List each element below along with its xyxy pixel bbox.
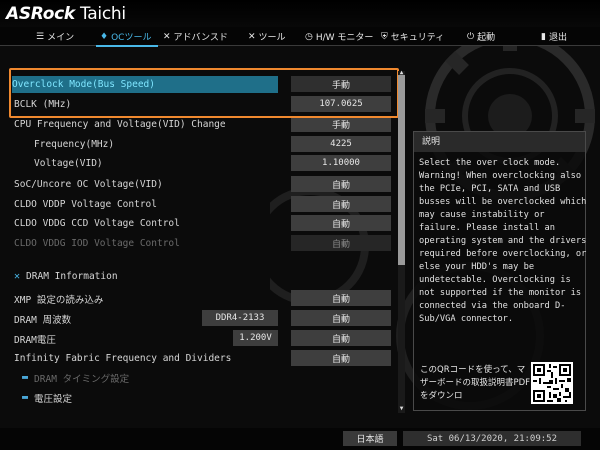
flame-icon: ♦ bbox=[100, 31, 109, 42]
power-icon: ⏻ bbox=[467, 31, 475, 42]
dram-timing-folder[interactable]: ▬ DRAM タイミング設定 bbox=[22, 369, 402, 386]
scrollbar-thumb[interactable] bbox=[398, 75, 405, 265]
dram-voltage-current: 1.200V bbox=[233, 330, 278, 346]
tab-main[interactable]: ☰ メイン bbox=[36, 29, 74, 44]
folder-icon: ▬ bbox=[22, 392, 29, 403]
help-description: Select the over clock mode. Warning! Whe… bbox=[419, 158, 587, 324]
qr-code-icon bbox=[531, 362, 573, 404]
voltage-config-folder[interactable]: ▬ 電圧設定 bbox=[22, 389, 402, 406]
dram-voltage-value[interactable]: 自動 bbox=[291, 330, 391, 346]
date-time-display: Sat 06/13/2020, 21:09:52 bbox=[403, 431, 581, 446]
dram-frequency-current: DDR4-2133 bbox=[202, 310, 278, 326]
frequency-value[interactable]: 4225 bbox=[291, 136, 391, 152]
exit-icon: ▮ bbox=[541, 31, 546, 42]
title-bar: ASRock Taichi bbox=[0, 0, 600, 27]
xmp-value[interactable]: 自動 bbox=[291, 290, 391, 306]
tools-icon: ✕ bbox=[163, 31, 171, 42]
active-tab-indicator bbox=[96, 45, 158, 47]
dram-frequency-value[interactable]: 自動 bbox=[291, 310, 391, 326]
brand-logo: ASRock Taichi bbox=[6, 4, 126, 24]
main-nav: ☰ メイン ♦ OCツール ✕ アドバンスド ✕ ツール ◷ H/W モニター … bbox=[0, 27, 600, 46]
highlight-box bbox=[9, 68, 399, 118]
tools-icon: ✕ bbox=[14, 271, 21, 282]
cpu-freq-voltage-value[interactable]: 手動 bbox=[291, 116, 391, 132]
infinity-fabric-value[interactable]: 自動 bbox=[291, 350, 391, 366]
tab-boot[interactable]: ⏻ 起動 bbox=[467, 29, 495, 44]
help-title: 説明 bbox=[414, 132, 585, 152]
cldo-ccd-value[interactable]: 自動 bbox=[291, 215, 391, 231]
tab-advanced[interactable]: ✕ アドバンスド bbox=[163, 29, 228, 44]
list-icon: ☰ bbox=[36, 31, 45, 42]
tab-exit[interactable]: ▮ 退出 bbox=[541, 29, 567, 44]
gauge-icon: ◷ bbox=[305, 31, 313, 42]
qr-caption: このQRコードを使って、マザーボードの取扱説明書PDFをダウンロ bbox=[420, 365, 531, 401]
tab-security[interactable]: ⛨ セキュリティ bbox=[381, 29, 444, 44]
cldo-iod-value: 自動 bbox=[291, 235, 391, 251]
scroll-down-icon[interactable]: ▼ bbox=[398, 406, 405, 412]
soc-voltage-value[interactable]: 自動 bbox=[291, 176, 391, 192]
tab-hw-monitor[interactable]: ◷ H/W モニター bbox=[305, 29, 373, 44]
cldo-vddp-value[interactable]: 自動 bbox=[291, 196, 391, 212]
tab-oc-tweaker[interactable]: ♦ OCツール bbox=[100, 29, 151, 44]
language-button[interactable]: 日本語 bbox=[343, 431, 397, 446]
dram-information-item[interactable]: ✕ DRAM Information bbox=[14, 268, 394, 285]
wrench-icon: ✕ bbox=[248, 31, 256, 42]
shield-icon: ⛨ bbox=[381, 31, 388, 42]
voltage-vid-value[interactable]: 1.10000 bbox=[291, 155, 391, 171]
tab-tool[interactable]: ✕ ツール bbox=[248, 29, 286, 44]
folder-icon: ▬ bbox=[22, 372, 29, 383]
